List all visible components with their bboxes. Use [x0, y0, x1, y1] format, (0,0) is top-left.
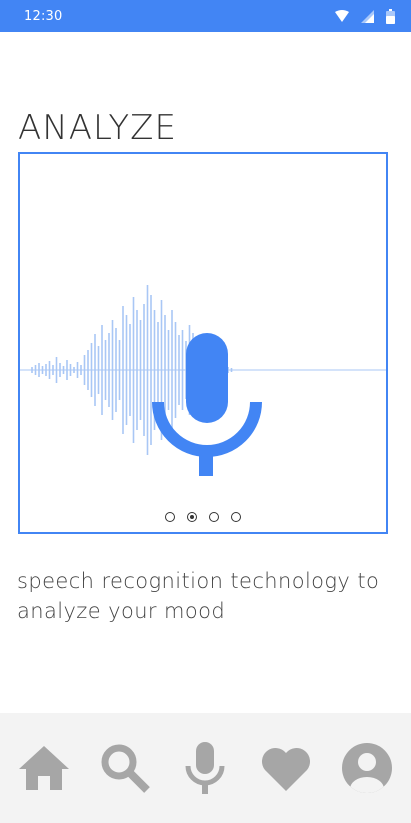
- battery-icon: [386, 8, 395, 24]
- profile-icon: [341, 743, 392, 793]
- microphone-icon: [152, 333, 262, 476]
- status-icons: [335, 8, 395, 24]
- nav-profile[interactable]: [334, 735, 400, 801]
- signal-icon: [361, 9, 374, 23]
- page-dot[interactable]: [187, 512, 197, 522]
- nav-microphone[interactable]: [172, 735, 238, 801]
- bottom-nav: [0, 713, 411, 823]
- page-description: speech recognition technology to analyze…: [17, 569, 380, 623]
- wifi-icon: [335, 10, 349, 22]
- heart-icon: [262, 747, 311, 791]
- microphone-stem: [199, 450, 213, 476]
- page-title: ANALYZE: [18, 108, 177, 148]
- nav-favorites[interactable]: [253, 735, 319, 801]
- page-indicator: [20, 512, 386, 522]
- microphone-head: [186, 333, 228, 423]
- status-time: 12:30: [24, 9, 63, 24]
- home-icon: [19, 746, 70, 790]
- page-dot[interactable]: [231, 512, 241, 522]
- carousel-card[interactable]: [18, 152, 388, 534]
- search-icon: [101, 744, 150, 793]
- page-dot[interactable]: [165, 512, 175, 522]
- nav-home[interactable]: [11, 735, 77, 801]
- status-bar: 12:30: [0, 0, 411, 32]
- nav-search[interactable]: [92, 735, 158, 801]
- page-dot[interactable]: [209, 512, 219, 522]
- microphone-icon: [185, 742, 225, 794]
